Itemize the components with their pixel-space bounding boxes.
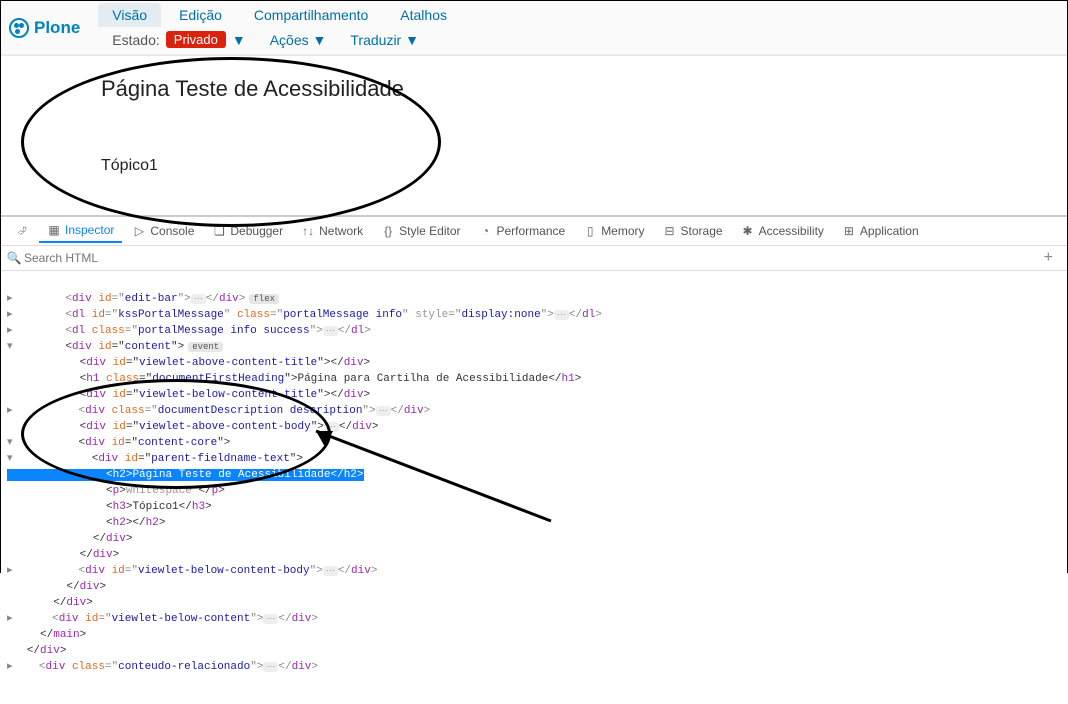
network-icon: ↑↓: [301, 224, 315, 238]
devtools-panel: ⮰ ▦Inspector ▷Console ❏Debugger ↑↓Networ…: [1, 215, 1067, 695]
pick-element-icon: ⮰: [15, 224, 29, 238]
top-bar: Plone Visão Edição Compartilhamento Atal…: [1, 1, 1067, 55]
tab-inspector[interactable]: ▦Inspector: [39, 219, 122, 243]
tab-edit[interactable]: Edição: [165, 3, 236, 27]
tab-share[interactable]: Compartilhamento: [240, 3, 382, 27]
tab-view[interactable]: Visão: [98, 3, 161, 27]
style-editor-icon: {}: [381, 224, 395, 238]
state-label: Estado:: [112, 32, 159, 48]
console-icon: ▷: [132, 224, 146, 238]
dom-tree[interactable]: <div id="edit-bar">⋯</div>flex <dl id="k…: [1, 271, 1067, 695]
tab-style-editor[interactable]: {}Style Editor: [373, 220, 468, 242]
storage-icon: ⊟: [663, 224, 677, 238]
devtools-search-bar: 🔍 +: [1, 246, 1067, 271]
plone-logo-icon: [9, 18, 29, 38]
content-tabs: Visão Edição Compartilhamento Atalhos: [98, 3, 1059, 27]
tab-network[interactable]: ↑↓Network: [293, 220, 371, 242]
tabs-column: Visão Edição Compartilhamento Atalhos Es…: [98, 3, 1059, 52]
plone-logo[interactable]: Plone: [9, 18, 80, 38]
tab-debugger[interactable]: ❏Debugger: [204, 220, 291, 242]
accessibility-icon: ✱: [741, 224, 755, 238]
tab-accessibility[interactable]: ✱Accessibility: [733, 220, 832, 242]
debugger-icon: ❏: [212, 224, 226, 238]
content-area: Página Teste de Acessibilidade Tópico1: [1, 55, 1067, 215]
tab-application[interactable]: ⊞Application: [834, 220, 927, 242]
search-icon: 🔍: [7, 251, 21, 265]
devtools-tabs: ⮰ ▦Inspector ▷Console ❏Debugger ↑↓Networ…: [1, 217, 1067, 246]
inspector-icon: ▦: [47, 223, 61, 237]
tab-storage[interactable]: ⊟Storage: [655, 220, 731, 242]
state-dropdown-icon[interactable]: ▼: [232, 32, 246, 48]
actions-menu[interactable]: Ações ▼: [270, 32, 327, 48]
application-icon: ⊞: [842, 224, 856, 238]
performance-icon: ◔: [478, 224, 492, 238]
add-element-button[interactable]: +: [1036, 249, 1061, 267]
pick-element-button[interactable]: ⮰: [7, 220, 37, 242]
tab-shortcuts[interactable]: Atalhos: [386, 3, 461, 27]
memory-icon: ▯: [583, 224, 597, 238]
logo-text: Plone: [34, 18, 80, 38]
state-row: Estado: Privado ▼ Ações ▼ Traduzir ▼: [98, 27, 1059, 52]
page-topic: Tópico1: [101, 157, 1067, 175]
tab-console[interactable]: ▷Console: [124, 220, 202, 242]
page-title: Página Teste de Acessibilidade: [101, 76, 1067, 102]
tab-memory[interactable]: ▯Memory: [575, 220, 652, 242]
search-html-input[interactable]: [21, 248, 1036, 268]
translate-menu[interactable]: Traduzir ▼: [350, 32, 419, 48]
state-badge: Privado: [166, 31, 226, 48]
tab-performance[interactable]: ◔Performance: [470, 220, 573, 242]
